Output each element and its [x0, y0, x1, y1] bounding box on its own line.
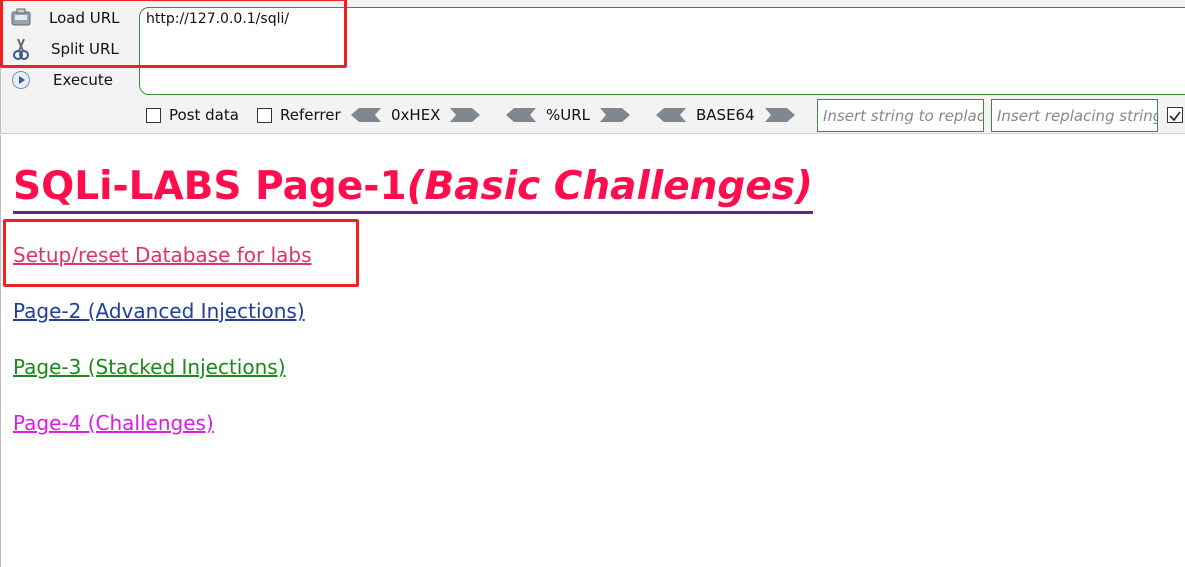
base64-encode-arrow-icon[interactable]: [764, 107, 795, 123]
page-content: SQLi-LABS Page-1(Basic Challenges) Setup…: [0, 135, 1185, 567]
load-url-label: Load URL: [49, 9, 120, 27]
play-icon: [9, 68, 33, 92]
load-url-icon: [9, 6, 33, 30]
referrer-label: Referrer: [280, 106, 341, 124]
hackbar-toolbar: Load URL Split URL Execute http://127.0.…: [0, 0, 1185, 134]
replacing-string-placeholder: Insert replacing string: [997, 107, 1158, 125]
url-decode-arrow-icon[interactable]: [506, 107, 536, 123]
page-2-link[interactable]: Page-2 (Advanced Injections): [13, 299, 305, 323]
base64-label: BASE64: [696, 106, 755, 124]
hex-encode-arrow-icon[interactable]: [450, 107, 481, 123]
load-url-button[interactable]: Load URL: [9, 5, 120, 31]
page-title-sub: (Basic Challenges): [406, 164, 813, 209]
referrer-checkbox[interactable]: Referrer: [257, 106, 341, 124]
execute-label: Execute: [53, 71, 113, 89]
url-value: http://127.0.0.1/sqli/: [146, 11, 290, 27]
url-encoder: %URL: [506, 106, 631, 124]
replace-string-placeholder: Insert string to replace: [823, 107, 984, 125]
page-title: SQLi-LABS Page-1(Basic Challenges): [13, 163, 813, 214]
replace-checkbox[interactable]: [1167, 107, 1183, 123]
hex-encoder: 0xHEX: [351, 106, 481, 124]
replace-string-input[interactable]: Insert string to replace: [817, 99, 984, 132]
post-data-checkbox-box[interactable]: [146, 107, 161, 123]
scissors-icon: [9, 37, 33, 61]
url-textarea[interactable]: http://127.0.0.1/sqli/: [139, 7, 1185, 95]
replacing-string-input[interactable]: Insert replacing string: [991, 99, 1158, 132]
page-4-link[interactable]: Page-4 (Challenges): [13, 411, 214, 435]
base64-decode-arrow-icon[interactable]: [656, 107, 686, 123]
hex-label: 0xHEX: [391, 106, 441, 124]
url-encode-arrow-icon[interactable]: [600, 107, 631, 123]
setup-reset-db-link[interactable]: Setup/reset Database for labs: [13, 243, 312, 267]
split-url-button[interactable]: Split URL: [9, 36, 119, 62]
url-enc-label: %URL: [546, 106, 591, 124]
split-url-label: Split URL: [51, 40, 119, 58]
referrer-checkbox-box[interactable]: [257, 107, 272, 123]
post-data-label: Post data: [169, 106, 239, 124]
page-3-link[interactable]: Page-3 (Stacked Injections): [13, 355, 286, 379]
base64-encoder: BASE64: [656, 106, 795, 124]
execute-button[interactable]: Execute: [9, 67, 113, 93]
hex-decode-arrow-icon[interactable]: [351, 107, 381, 123]
checkmark-icon: [1169, 111, 1181, 122]
page-title-main: SQLi-LABS Page-1: [13, 164, 407, 209]
post-data-checkbox[interactable]: Post data: [146, 106, 239, 124]
